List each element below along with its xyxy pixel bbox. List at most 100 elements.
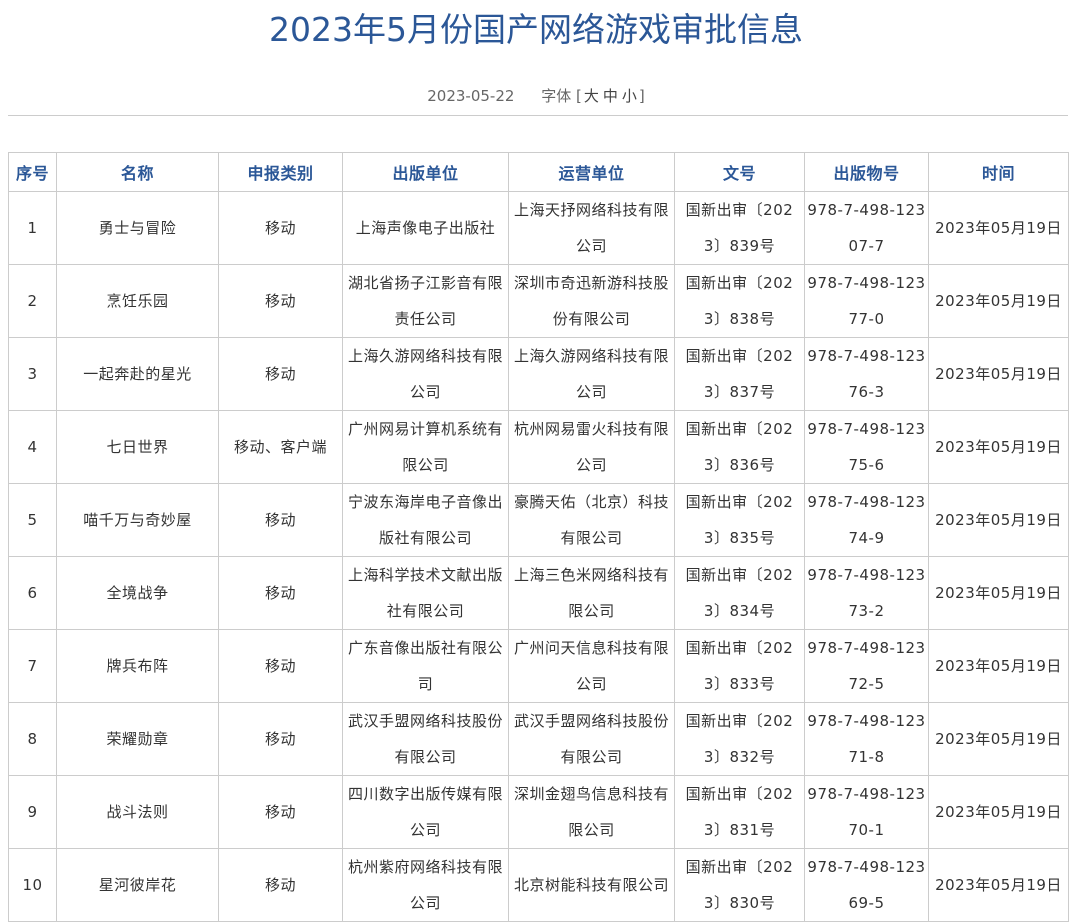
cell-date: 2023年05月19日: [928, 337, 1069, 411]
cell-date: 2023年05月19日: [928, 629, 1069, 703]
cell-name: 星河彼岸花: [56, 848, 219, 922]
cell-approval: 国新出审〔2023〕833号: [674, 629, 805, 703]
table-row: 4 七日世界 移动、客户端 广州网易计算机系统有限公司 杭州网易雷火科技有限公司…: [8, 410, 1069, 484]
cell-no: 4: [8, 410, 57, 484]
cell-no: 2: [8, 264, 57, 338]
cell-approval: 国新出审〔2023〕831号: [674, 775, 805, 849]
cell-name: 勇士与冒险: [56, 191, 219, 265]
cell-isbn: 978-7-498-12375-6: [804, 410, 929, 484]
cell-name: 荣耀勋章: [56, 702, 219, 776]
font-size-large-link[interactable]: 大: [584, 87, 599, 105]
cell-category: 移动: [218, 337, 343, 411]
cell-isbn: 978-7-498-12374-9: [804, 483, 929, 557]
cell-publisher: 湖北省扬子江影音有限责任公司: [342, 264, 509, 338]
table-row: 7 牌兵布阵 移动 广东音像出版社有限公司 广州问天信息科技有限公司 国新出审〔…: [8, 629, 1069, 703]
cell-operator: 深圳金翅鸟信息科技有限公司: [508, 775, 675, 849]
cell-category: 移动: [218, 191, 343, 265]
table-header-row: 序号 名称 申报类别 出版单位 运营单位 文号 出版物号 时间: [8, 152, 1069, 192]
cell-category: 移动: [218, 848, 343, 922]
cell-operator: 上海天抒网络科技有限公司: [508, 191, 675, 265]
cell-name: 喵千万与奇妙屋: [56, 483, 219, 557]
cell-no: 10: [8, 848, 57, 922]
cell-date: 2023年05月19日: [928, 410, 1069, 484]
cell-operator: 武汉手盟网络科技股份有限公司: [508, 702, 675, 776]
cell-date: 2023年05月19日: [928, 191, 1069, 265]
cell-no: 6: [8, 556, 57, 630]
cell-isbn: 978-7-498-12372-5: [804, 629, 929, 703]
article-meta: 2023-05-22 字体 [大中小]: [0, 84, 1072, 108]
cell-operator: 广州问天信息科技有限公司: [508, 629, 675, 703]
cell-no: 3: [8, 337, 57, 411]
cell-date: 2023年05月19日: [928, 848, 1069, 922]
cell-isbn: 978-7-498-12377-0: [804, 264, 929, 338]
cell-no: 7: [8, 629, 57, 703]
cell-no: 8: [8, 702, 57, 776]
table-row: 10 星河彼岸花 移动 杭州紫府网络科技有限公司 北京树能科技有限公司 国新出审…: [8, 848, 1069, 922]
cell-category: 移动: [218, 702, 343, 776]
cell-date: 2023年05月19日: [928, 556, 1069, 630]
column-header-approval: 文号: [674, 152, 805, 192]
cell-isbn: 978-7-498-12376-3: [804, 337, 929, 411]
cell-publisher: 广东音像出版社有限公司: [342, 629, 509, 703]
cell-category: 移动: [218, 556, 343, 630]
cell-no: 5: [8, 483, 57, 557]
cell-no: 1: [8, 191, 57, 265]
cell-publisher: 上海声像电子出版社: [342, 191, 509, 265]
cell-approval: 国新出审〔2023〕837号: [674, 337, 805, 411]
cell-publisher: 广州网易计算机系统有限公司: [342, 410, 509, 484]
cell-name: 牌兵布阵: [56, 629, 219, 703]
font-size-bracket-close: ]: [638, 87, 645, 105]
cell-operator: 杭州网易雷火科技有限公司: [508, 410, 675, 484]
cell-publisher: 武汉手盟网络科技股份有限公司: [342, 702, 509, 776]
column-header-operator: 运营单位: [508, 152, 675, 192]
font-size-medium-link[interactable]: 中: [603, 87, 618, 105]
cell-no: 9: [8, 775, 57, 849]
cell-date: 2023年05月19日: [928, 264, 1069, 338]
cell-operator: 北京树能科技有限公司: [508, 848, 675, 922]
cell-category: 移动、客户端: [218, 410, 343, 484]
cell-approval: 国新出审〔2023〕830号: [674, 848, 805, 922]
table-row: 5 喵千万与奇妙屋 移动 宁波东海岸电子音像出版社有限公司 豪腾天佑（北京）科技…: [8, 483, 1069, 557]
table-row: 2 烹饪乐园 移动 湖北省扬子江影音有限责任公司 深圳市奇迅新游科技股份有限公司…: [8, 264, 1069, 338]
cell-category: 移动: [218, 629, 343, 703]
cell-publisher: 上海科学技术文献出版社有限公司: [342, 556, 509, 630]
cell-publisher: 宁波东海岸电子音像出版社有限公司: [342, 483, 509, 557]
font-size-bracket-open: [: [576, 87, 582, 105]
cell-publisher: 四川数字出版传媒有限公司: [342, 775, 509, 849]
cell-name: 战斗法则: [56, 775, 219, 849]
cell-category: 移动: [218, 775, 343, 849]
table-row: 8 荣耀勋章 移动 武汉手盟网络科技股份有限公司 武汉手盟网络科技股份有限公司 …: [8, 702, 1069, 776]
cell-approval: 国新出审〔2023〕838号: [674, 264, 805, 338]
cell-date: 2023年05月19日: [928, 775, 1069, 849]
column-header-publisher: 出版单位: [342, 152, 509, 192]
table-row: 6 全境战争 移动 上海科学技术文献出版社有限公司 上海三色米网络科技有限公司 …: [8, 556, 1069, 630]
cell-publisher: 上海久游网络科技有限公司: [342, 337, 509, 411]
cell-publisher: 杭州紫府网络科技有限公司: [342, 848, 509, 922]
column-header-name: 名称: [56, 152, 219, 192]
cell-name: 七日世界: [56, 410, 219, 484]
cell-approval: 国新出审〔2023〕839号: [674, 191, 805, 265]
cell-date: 2023年05月19日: [928, 702, 1069, 776]
page-title: 2023年5月份国产网络游戏审批信息: [269, 10, 803, 49]
cell-operator: 深圳市奇迅新游科技股份有限公司: [508, 264, 675, 338]
cell-approval: 国新出审〔2023〕836号: [674, 410, 805, 484]
cell-operator: 上海三色米网络科技有限公司: [508, 556, 675, 630]
cell-isbn: 978-7-498-12369-5: [804, 848, 929, 922]
cell-category: 移动: [218, 264, 343, 338]
cell-operator: 上海久游网络科技有限公司: [508, 337, 675, 411]
cell-name: 一起奔赴的星光: [56, 337, 219, 411]
column-header-category: 申报类别: [218, 152, 343, 192]
column-header-no: 序号: [8, 152, 57, 192]
column-header-isbn: 出版物号: [804, 152, 929, 192]
cell-approval: 国新出审〔2023〕835号: [674, 483, 805, 557]
cell-isbn: 978-7-498-12373-2: [804, 556, 929, 630]
cell-approval: 国新出审〔2023〕832号: [674, 702, 805, 776]
font-size-label: 字体: [541, 87, 572, 105]
table-row: 9 战斗法则 移动 四川数字出版传媒有限公司 深圳金翅鸟信息科技有限公司 国新出…: [8, 775, 1069, 849]
column-header-date: 时间: [928, 152, 1069, 192]
cell-isbn: 978-7-498-12307-7: [804, 191, 929, 265]
cell-category: 移动: [218, 483, 343, 557]
font-size-small-link[interactable]: 小: [622, 87, 637, 105]
approval-table: 序号 名称 申报类别 出版单位 运营单位 文号 出版物号 时间 1 勇士与冒险 …: [8, 152, 1069, 922]
cell-isbn: 978-7-498-12371-8: [804, 702, 929, 776]
